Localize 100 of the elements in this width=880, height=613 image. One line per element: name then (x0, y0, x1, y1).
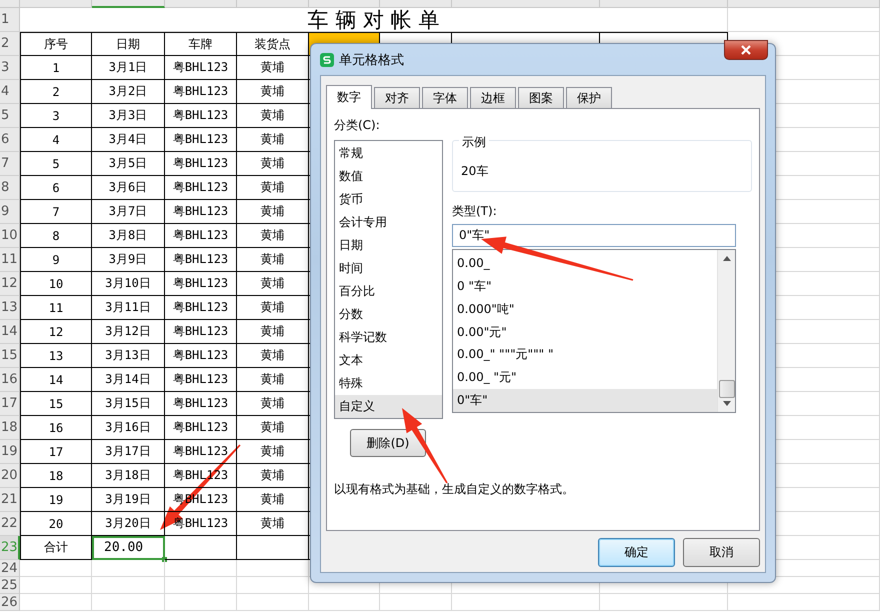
row-number[interactable]: 10 (0, 224, 20, 248)
row-number[interactable]: 25 (0, 577, 20, 594)
table-cell: 5 (20, 152, 92, 176)
cancel-button[interactable]: 取消 (683, 538, 760, 567)
format-item[interactable]: 0.00_ "元" (453, 366, 717, 390)
row-number[interactable]: 14 (0, 320, 20, 344)
category-item[interactable]: 特殊 (335, 372, 442, 395)
row-number[interactable]: 17 (0, 392, 20, 416)
format-item[interactable]: 0.000"吨" (453, 298, 717, 321)
table-cell: 3月16日 (92, 416, 165, 440)
tab[interactable]: 字体 (422, 87, 468, 108)
category-item[interactable]: 自定义 (335, 395, 442, 418)
row-number[interactable]: 7 (0, 152, 20, 176)
category-item[interactable]: 日期 (335, 234, 442, 257)
table-cell: 14 (20, 368, 92, 392)
row-number[interactable]: 9 (0, 200, 20, 224)
table-cell: 粤BHL123 (165, 296, 237, 320)
table-cell: 黄埔 (237, 272, 309, 296)
category-item[interactable]: 文本 (335, 349, 442, 372)
table-cell[interactable]: 20.00 (92, 536, 165, 560)
scroll-thumb[interactable] (718, 380, 734, 398)
table-cell: 3月7日 (92, 200, 165, 224)
category-item[interactable]: 百分比 (335, 280, 442, 303)
category-item[interactable]: 分数 (335, 303, 442, 326)
table-cell: 3 (20, 104, 92, 128)
table-cell: 粤BHL123 (165, 224, 237, 248)
category-item[interactable]: 数值 (335, 165, 442, 188)
table-cell: 粤BHL123 (165, 416, 237, 440)
type-input-field[interactable]: 0"车" (452, 224, 736, 247)
sheet-title: 车 辆 对 帐 单 (20, 8, 728, 32)
table-cell: 17 (20, 440, 92, 464)
sample-value: 20车 (461, 164, 488, 178)
row-number[interactable]: 18 (0, 416, 20, 440)
row-number[interactable]: 21 (0, 488, 20, 512)
category-item[interactable]: 科学记数 (335, 326, 442, 349)
row-number[interactable]: 22 (0, 512, 20, 536)
row-number[interactable]: 19 (0, 440, 20, 464)
row-number[interactable]: 15 (0, 344, 20, 368)
table-cell: 3月2日 (92, 80, 165, 104)
table-cell: 12 (20, 320, 92, 344)
table-cell: 粤BHL123 (165, 176, 237, 200)
column-header: 车牌 (165, 32, 237, 56)
table-cell: 3月14日 (92, 368, 165, 392)
format-item[interactable]: 0.00_ (453, 252, 717, 275)
format-item[interactable]: 0"车" (453, 389, 717, 412)
row-number[interactable]: 11 (0, 248, 20, 272)
row-number[interactable]: 4 (0, 80, 20, 104)
ok-button[interactable]: 确定 (598, 538, 675, 567)
row-number[interactable]: 16 (0, 368, 20, 392)
category-item[interactable]: 货币 (335, 188, 442, 211)
table-cell: 16 (20, 416, 92, 440)
scroll-down-icon[interactable] (722, 401, 730, 406)
row-number[interactable]: 1 (0, 8, 20, 32)
row-number[interactable]: 12 (0, 272, 20, 296)
format-item[interactable]: 0 "车" (453, 274, 717, 298)
row-number[interactable]: 5 (0, 104, 20, 128)
table-cell: 黄埔 (237, 128, 309, 152)
table-cell: 3月9日 (92, 248, 165, 272)
tab[interactable]: 图案 (518, 87, 564, 108)
tab[interactable]: 保护 (566, 87, 612, 108)
table-cell: 3月15日 (92, 392, 165, 416)
table-cell: 黄埔 (237, 464, 309, 488)
tab[interactable]: 数字 (326, 85, 372, 109)
category-item[interactable]: 时间 (335, 257, 442, 280)
row-number[interactable]: 13 (0, 296, 20, 320)
row-number[interactable]: 8 (0, 176, 20, 200)
table-cell: 黄埔 (237, 56, 309, 80)
tab[interactable]: 边框 (470, 87, 516, 108)
tab[interactable]: 对齐 (374, 87, 420, 108)
table-cell: 黄埔 (237, 512, 309, 536)
table-cell: 19 (20, 488, 92, 512)
close-button[interactable] (724, 40, 768, 60)
row-number[interactable]: 6 (0, 128, 20, 152)
app-logo-icon (320, 52, 334, 66)
table-cell: 7 (20, 200, 92, 224)
table-cell: 15 (20, 392, 92, 416)
row-number[interactable]: 24 (0, 560, 20, 577)
format-item[interactable]: 0.00"元" (453, 320, 717, 344)
table-cell: 黄埔 (237, 80, 309, 104)
scrollbar[interactable] (717, 250, 735, 412)
table-cell: 黄埔 (237, 104, 309, 128)
format-list[interactable]: 0.00_ 0 "车" 0.000"吨" 0.00"元" 0.00_" """元""" " 0.00_ "元" 0"车" (452, 249, 736, 413)
scroll-up-icon[interactable] (722, 256, 730, 261)
category-item[interactable]: 常规 (335, 142, 442, 165)
row-number[interactable]: 2 (0, 32, 20, 56)
column-header: 日期 (92, 32, 165, 56)
delete-button[interactable]: 删除(D) (350, 429, 426, 457)
category-item[interactable]: 会计专用 (335, 211, 442, 234)
row-number[interactable]: 26 (0, 594, 20, 611)
row-number[interactable]: 20 (0, 464, 20, 488)
table-cell: 3月3日 (92, 104, 165, 128)
row-number[interactable]: 3 (0, 56, 20, 80)
table-cell: 粤BHL123 (165, 80, 237, 104)
table-cell: 黄埔 (237, 200, 309, 224)
format-item[interactable]: 0.00_" """元""" " (453, 343, 717, 366)
close-icon[interactable] (740, 45, 752, 55)
table-cell: 粤BHL123 (165, 320, 237, 344)
table-cell: 3月4日 (92, 128, 165, 152)
table-cell: 黄埔 (237, 224, 309, 248)
category-list[interactable]: 常规 数值 货币 会计专用 日期 时间 百分比 分数 科学记数 文本 特殊 自定义 (334, 140, 443, 419)
